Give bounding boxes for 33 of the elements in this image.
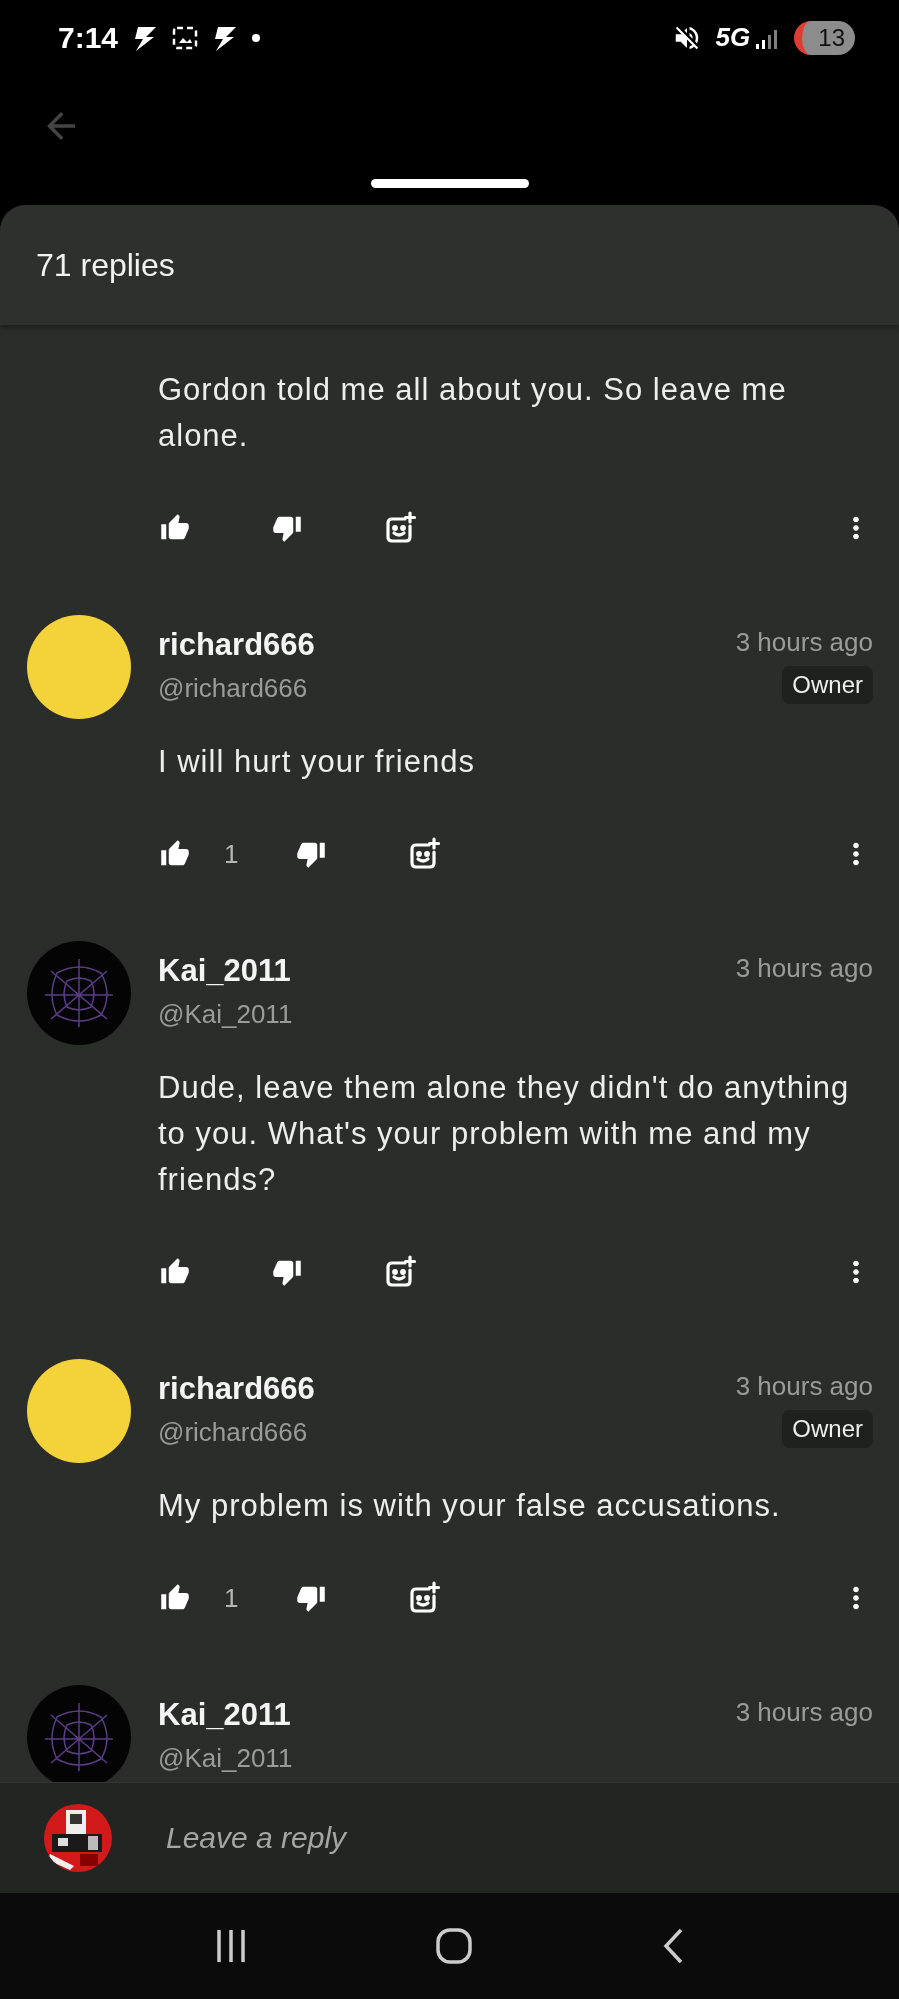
comment-text: Gordon told me all about you. So leave me alone. <box>157 371 788 455</box>
reply-bar[interactable]: Leave a reply <box>0 1782 899 1893</box>
comment-time: 3 hours ago <box>735 953 873 984</box>
like-count: 1 <box>224 838 239 870</box>
battery-indicator: 13 <box>794 20 855 55</box>
author-handle: @richard666 <box>158 673 309 704</box>
status-time: 7:14 <box>58 20 119 55</box>
dot-icon <box>252 33 261 42</box>
author-name[interactable]: richard666 <box>158 627 709 663</box>
comment-time: 3 hours ago <box>735 1371 873 1402</box>
home-icon[interactable] <box>435 1927 474 1965</box>
spider-web-avatar-icon <box>27 1685 131 1782</box>
author-handle: @richard666 <box>158 1417 309 1448</box>
comment-text: I will hurt your friends <box>157 743 476 781</box>
comment-text: Dude, leave them alone they didn't do anything to you. What's your problem with me and my friends? <box>157 1069 851 1199</box>
sheet-title: 71 replies <box>36 246 175 284</box>
owner-badge: Owner <box>782 666 873 704</box>
spider-web-avatar-icon <box>27 941 131 1045</box>
avatar-icon <box>27 1359 131 1463</box>
comment-time: 3 hours ago <box>735 627 873 658</box>
avatar-icon <box>27 615 131 719</box>
like-count: 1 <box>224 1582 239 1614</box>
author-name[interactable]: Kai_2011 <box>158 1697 709 1733</box>
author-handle: @Kai_2011 <box>158 999 294 1030</box>
reply-field[interactable]: Leave a reply <box>164 1820 899 1856</box>
author-name[interactable]: Kai_2011 <box>158 953 709 989</box>
network-type: 5G <box>715 22 751 53</box>
comment-time: 3 hours ago <box>735 1697 873 1728</box>
owner-badge: Owner <box>782 1410 873 1448</box>
sheet-handle[interactable] <box>371 179 529 188</box>
comment-text: My problem is with your false accusations. <box>157 1487 782 1525</box>
author-name[interactable]: richard666 <box>158 1371 709 1407</box>
author-handle: @Kai_2011 <box>158 1743 294 1774</box>
